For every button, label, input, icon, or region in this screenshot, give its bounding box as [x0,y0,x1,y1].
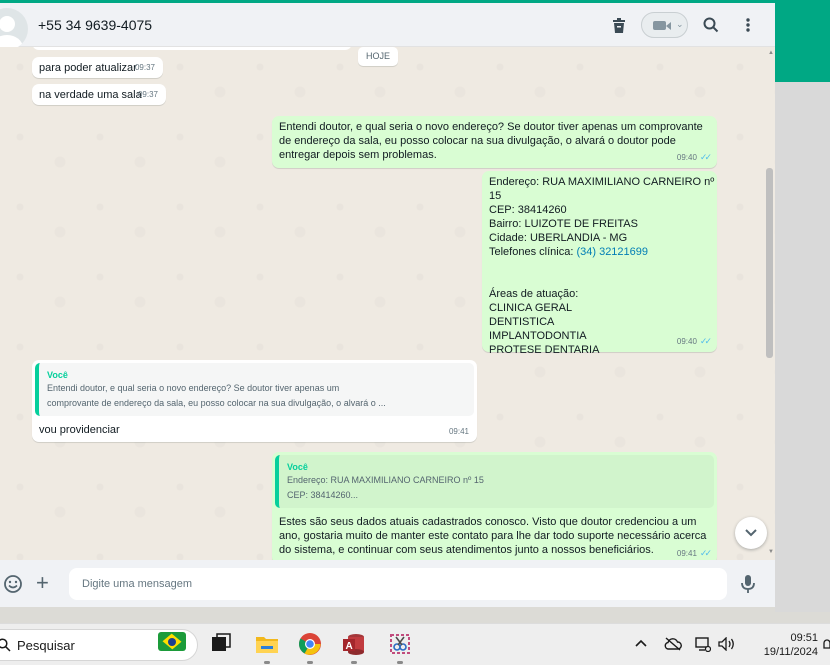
quote-author: Você [47,370,68,380]
message-time: 09:41 ✓✓ [676,546,712,560]
phone-link[interactable]: (34) 32121699 [576,246,648,258]
message-time: 09:40 ✓✓ [676,150,712,165]
contact-name[interactable]: +55 34 9639-4075 [38,17,152,33]
chrome-icon[interactable] [298,632,322,656]
read-ticks-icon: ✓✓ [699,548,712,558]
message-text: vou providenciar [39,424,120,436]
running-indicator [351,661,357,664]
video-call-button[interactable]: ⌄ [641,12,688,38]
menu-icon-glyph [746,18,750,32]
address-line: Endereço: RUA MAXIMILIANO CARNEIRO nº 15 [489,176,715,202]
file-explorer-icon[interactable] [255,632,279,656]
address-line: Bairro: LUIZOTE DE FREITAS [489,218,638,230]
flag-globe-shape [168,638,176,646]
search-icon [0,638,11,652]
address-line: Cidade: UBERLANDIA - MG [489,232,628,244]
avatar[interactable] [0,8,28,50]
scroll-to-bottom-button[interactable] [735,517,767,549]
show-hidden-icons-chevron-icon[interactable] [635,638,647,648]
scrollbar-thumb[interactable] [766,168,773,358]
area-item: DENTISTICA [489,316,555,328]
windows-taskbar: Pesquisar A 09:51 19/11/2024 [0,623,830,665]
date-chip: HOJE [358,47,398,66]
running-indicator [307,661,313,664]
message-text: para poder atualizar [39,62,137,74]
attach-plus-icon[interactable]: + [36,572,49,594]
menu-icon[interactable] [737,14,759,36]
brazil-flag-icon[interactable] [158,632,186,651]
background-window-header [775,0,830,82]
address-details: Endereço: RUA MAXIMILIANO CARNEIRO nº 15… [489,175,717,357]
search-icon[interactable] [700,14,722,36]
message-time: 09:41 [448,427,469,436]
message-time-value: 09:40 [676,337,697,346]
scroll-down-arrow-icon[interactable]: ▼ [768,549,774,555]
network-icon[interactable] [695,637,711,652]
video-lens-shape [666,22,671,30]
message-time: 09:37 [137,90,158,99]
message-time: 09:40 ✓✓ [676,334,712,349]
incoming-message[interactable]: Você Entendi doutor, e qual seria o novo… [32,360,477,442]
taskbar-clock[interactable]: 09:51 19/11/2024 [748,631,818,659]
whatsapp-window: +55 34 9639-4075 ⌄ HOJE para poder atual… [0,0,775,607]
read-ticks-icon: ✓✓ [699,152,712,162]
message-time-value: 09:40 [676,153,697,162]
scroll-up-arrow-icon[interactable]: ▲ [768,50,774,56]
background-window-body [775,82,830,612]
quote-author: Você [287,462,308,472]
message-text: na verdade uma sala [39,89,142,101]
taskbar-search-label: Pesquisar [17,638,75,653]
quoted-message[interactable]: Você Endereço: RUA MAXIMILIANO CARNEIRO … [275,455,714,508]
incoming-message[interactable]: na verdade uma sala 09:37 [32,84,166,105]
message-text: Entendi doutor, e qual seria o novo ende… [279,121,703,161]
quote-text: Entendi doutor, e qual seria o novo ende… [47,383,386,408]
message-time-value: 09:41 [676,549,697,558]
area-item: CLINICA GERAL [489,302,573,314]
chevron-down-icon [745,529,757,537]
clock-time: 09:51 [790,632,818,644]
video-call-icon [653,21,666,30]
chat-pane: HOJE para poder atualizar 09:37 na verda… [0,47,775,560]
message-text: Estes são seus dados atuais cadastrados … [279,516,707,556]
outgoing-message[interactable]: Você Endereço: RUA MAXIMILIANO CARNEIRO … [272,452,717,560]
running-indicator [264,661,270,664]
address-line: CEP: 38414260 [489,204,567,216]
message-input[interactable] [69,568,727,600]
quoted-message[interactable]: Você Entendi doutor, e qual seria o novo… [35,363,474,416]
chat-header: +55 34 9639-4075 ⌄ [0,3,775,50]
quote-text: Endereço: RUA MAXIMILIANO CARNEIRO nº 15… [287,475,484,500]
incoming-message[interactable]: para poder atualizar 09:37 [32,57,163,78]
outgoing-message[interactable]: Entendi doutor, e qual seria o novo ende… [272,116,717,168]
chevron-down-icon: ⌄ [676,19,684,29]
task-view-icon[interactable] [209,632,233,656]
address-line: Telefones clínica: (34) 32121699 [489,245,717,259]
clock-date: 19/11/2024 [763,646,818,658]
emoji-icon[interactable] [3,574,23,594]
previous-message-edge [32,47,352,50]
avatar-head-shape [0,16,15,32]
notification-bell-icon[interactable] [822,637,830,653]
compose-bar: + [0,560,775,607]
search-icon-glyph [703,17,719,33]
access-app-icon[interactable]: A [342,632,366,656]
snipping-tool-icon[interactable] [388,632,412,656]
microphone-icon[interactable] [740,574,756,594]
volume-icon[interactable] [718,637,736,651]
outgoing-message[interactable]: Endereço: RUA MAXIMILIANO CARNEIRO nº 15… [482,171,717,356]
read-ticks-icon: ✓✓ [699,336,712,346]
phone-label: Telefones clínica: [489,246,574,258]
message-time: 09:37 [134,63,155,72]
trash-icon-glyph [613,17,625,33]
areas-title: Áreas de atuação: [489,288,579,300]
trash-icon[interactable] [608,14,630,36]
cloud-offline-icon[interactable] [664,637,682,651]
running-indicator [397,661,403,664]
svg-text:A: A [346,641,353,652]
